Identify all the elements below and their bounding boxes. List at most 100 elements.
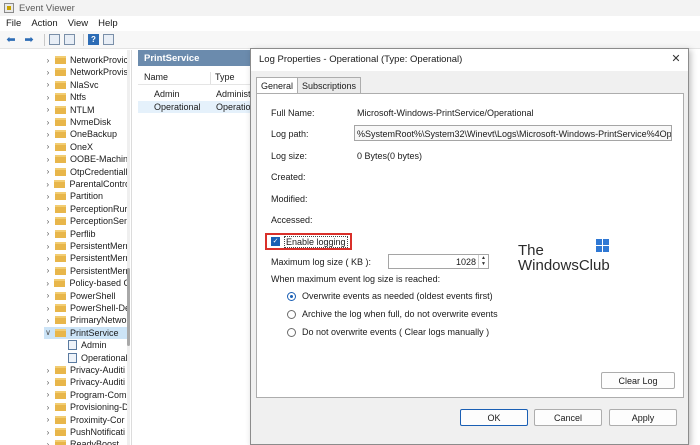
chevron-right-icon[interactable]: › bbox=[44, 155, 52, 164]
tree-pane[interactable]: › NetworkProvic › NetworkProvis › NlaSvc › Ntfs… bbox=[0, 50, 132, 445]
tree-item[interactable]: › PersistentMerr bbox=[44, 265, 130, 277]
option-archive[interactable]: Archive the log when full, do not overwr… bbox=[287, 308, 498, 320]
tree-child-label: Operational bbox=[81, 352, 128, 363]
chevron-right-icon[interactable]: › bbox=[44, 68, 52, 77]
close-icon[interactable]: ✕ bbox=[664, 52, 688, 71]
show-hide-tree-icon[interactable] bbox=[64, 34, 75, 45]
chevron-right-icon[interactable]: › bbox=[44, 390, 52, 399]
tree-item[interactable]: › Ntfs bbox=[44, 91, 130, 103]
tree-item[interactable]: › PersistentMerr bbox=[44, 252, 130, 264]
tree-item[interactable]: › NTLM bbox=[44, 104, 130, 116]
chevron-right-icon[interactable]: › bbox=[44, 105, 52, 114]
chevron-right-icon[interactable]: › bbox=[44, 56, 52, 65]
table-row[interactable]: Admin Administ bbox=[138, 88, 258, 100]
tree-item[interactable]: › PowerShell-De bbox=[44, 302, 130, 314]
chevron-right-icon[interactable]: › bbox=[44, 266, 52, 275]
table-row[interactable]: Operational Operation bbox=[138, 101, 258, 113]
chevron-right-icon[interactable]: › bbox=[44, 403, 52, 412]
tree-item[interactable]: › Privacy-Auditi bbox=[44, 364, 130, 376]
tree-item[interactable]: › OtpCredentiall bbox=[44, 166, 130, 178]
tree-item[interactable]: › PerceptionSen bbox=[44, 215, 130, 227]
tree-item[interactable]: › Privacy-Auditi bbox=[44, 376, 130, 388]
chevron-right-icon[interactable]: › bbox=[44, 242, 52, 251]
chevron-right-icon[interactable]: › bbox=[44, 254, 52, 263]
clear-log-button[interactable]: Clear Log bbox=[601, 372, 675, 389]
tree-item[interactable]: › NvmeDisk bbox=[44, 116, 130, 128]
tree-item[interactable]: › PrimaryNetwo bbox=[44, 314, 130, 326]
tab-general[interactable]: General bbox=[256, 77, 299, 94]
ok-button[interactable]: OK bbox=[460, 409, 528, 426]
column-type[interactable]: Type bbox=[210, 72, 235, 84]
tree-item[interactable]: › PersistentMerr bbox=[44, 240, 130, 252]
chevron-right-icon[interactable]: › bbox=[44, 440, 52, 445]
chevron-right-icon[interactable]: › bbox=[44, 118, 52, 127]
tab-subscriptions[interactable]: Subscriptions bbox=[297, 77, 362, 93]
checkmark-icon[interactable]: ✓ bbox=[271, 237, 280, 246]
help-icon[interactable]: ? bbox=[88, 34, 99, 45]
enable-logging-checkbox[interactable]: ✓ Enable logging bbox=[265, 233, 352, 250]
radio-selected-icon[interactable] bbox=[287, 291, 296, 301]
tree-item[interactable]: › Program-Com bbox=[44, 389, 130, 401]
chevron-right-icon[interactable]: › bbox=[44, 279, 51, 288]
menu-help[interactable]: Help bbox=[98, 18, 118, 29]
tree-item[interactable]: › Provisioning-D bbox=[44, 401, 130, 413]
tree-item[interactable]: › Perflib bbox=[44, 228, 130, 240]
forward-arrow-icon[interactable]: ➡ bbox=[22, 34, 36, 46]
menu-action[interactable]: Action bbox=[31, 18, 57, 29]
chevron-right-icon[interactable]: › bbox=[44, 130, 52, 139]
tree-item[interactable]: › ParentalContro bbox=[44, 178, 130, 190]
tree-item[interactable]: › OneBackup bbox=[44, 128, 130, 140]
chevron-right-icon[interactable]: › bbox=[44, 93, 52, 102]
chevron-right-icon[interactable]: › bbox=[44, 80, 52, 89]
chevron-right-icon[interactable]: › bbox=[44, 378, 52, 387]
menu-file[interactable]: File bbox=[6, 18, 21, 29]
apply-button[interactable]: Apply bbox=[609, 409, 677, 426]
chevron-right-icon[interactable]: › bbox=[44, 366, 52, 375]
menu-view[interactable]: View bbox=[68, 18, 88, 29]
chevron-right-icon[interactable]: › bbox=[44, 192, 52, 201]
chevron-right-icon[interactable]: › bbox=[44, 142, 52, 151]
chevron-right-icon[interactable]: › bbox=[44, 167, 52, 176]
spin-arrows-icon[interactable]: ▲ ▼ bbox=[478, 255, 488, 268]
chevron-right-icon[interactable]: › bbox=[44, 304, 52, 313]
tree-item[interactable]: › NetworkProvis bbox=[44, 66, 130, 78]
tree-item[interactable]: › PushNotificati bbox=[44, 426, 130, 438]
tree-item[interactable]: › NetworkProvic bbox=[44, 54, 130, 66]
chevron-right-icon[interactable]: › bbox=[44, 180, 51, 189]
max-size-stepper[interactable]: 1028 ▲ ▼ bbox=[388, 254, 489, 269]
back-arrow-icon[interactable]: ⬅ bbox=[4, 34, 18, 46]
chevron-right-icon[interactable]: › bbox=[44, 316, 52, 325]
properties-icon[interactable] bbox=[103, 34, 114, 45]
tree-child-item[interactable]: Operational bbox=[68, 352, 128, 364]
radio-icon[interactable] bbox=[287, 309, 296, 319]
tree-item[interactable]: › Proximity-Cor bbox=[44, 414, 130, 426]
tree-item[interactable]: › PowerShell bbox=[44, 290, 130, 302]
radio-icon[interactable] bbox=[287, 327, 296, 337]
tree-item[interactable]: › OneX bbox=[44, 141, 130, 153]
folder-icon bbox=[55, 229, 66, 238]
tree-child-item[interactable]: Admin bbox=[68, 339, 107, 351]
cancel-button[interactable]: Cancel bbox=[534, 409, 602, 426]
tree-item[interactable]: › ReadyBoost bbox=[44, 438, 130, 445]
chevron-right-icon[interactable]: › bbox=[44, 229, 52, 238]
tree-item[interactable]: › OOBE-Machin bbox=[44, 153, 130, 165]
chevron-right-icon[interactable]: › bbox=[44, 291, 52, 300]
tree-item[interactable]: ∨ PrintService bbox=[44, 326, 130, 339]
up-folder-icon[interactable] bbox=[49, 34, 60, 45]
tree-item[interactable]: › Policy-based C bbox=[44, 277, 130, 289]
column-name[interactable]: Name bbox=[138, 72, 210, 84]
option-overwrite[interactable]: Overwrite events as needed (oldest event… bbox=[287, 290, 493, 302]
chevron-right-icon[interactable]: › bbox=[44, 428, 52, 437]
chevron-right-icon[interactable]: › bbox=[44, 204, 52, 213]
tree-item-label: ParentalContro bbox=[69, 179, 130, 189]
chevron-right-icon[interactable]: › bbox=[44, 217, 52, 226]
log-path-field[interactable]: %SystemRoot%\System32\Winevt\Logs\Micros… bbox=[354, 125, 672, 141]
option-do-not-overwrite[interactable]: Do not overwrite events ( Clear logs man… bbox=[287, 326, 489, 338]
scrollbar-thumb[interactable] bbox=[127, 268, 130, 346]
chevron-right-icon[interactable]: › bbox=[44, 415, 52, 424]
chevron-down-icon[interactable]: ∨ bbox=[44, 328, 52, 337]
tree-item[interactable]: › PerceptionRur bbox=[44, 203, 130, 215]
tree-item[interactable]: › NlaSvc bbox=[44, 79, 130, 91]
tree-item[interactable]: › Partition bbox=[44, 190, 130, 202]
tree-scrollbar[interactable] bbox=[127, 50, 130, 445]
